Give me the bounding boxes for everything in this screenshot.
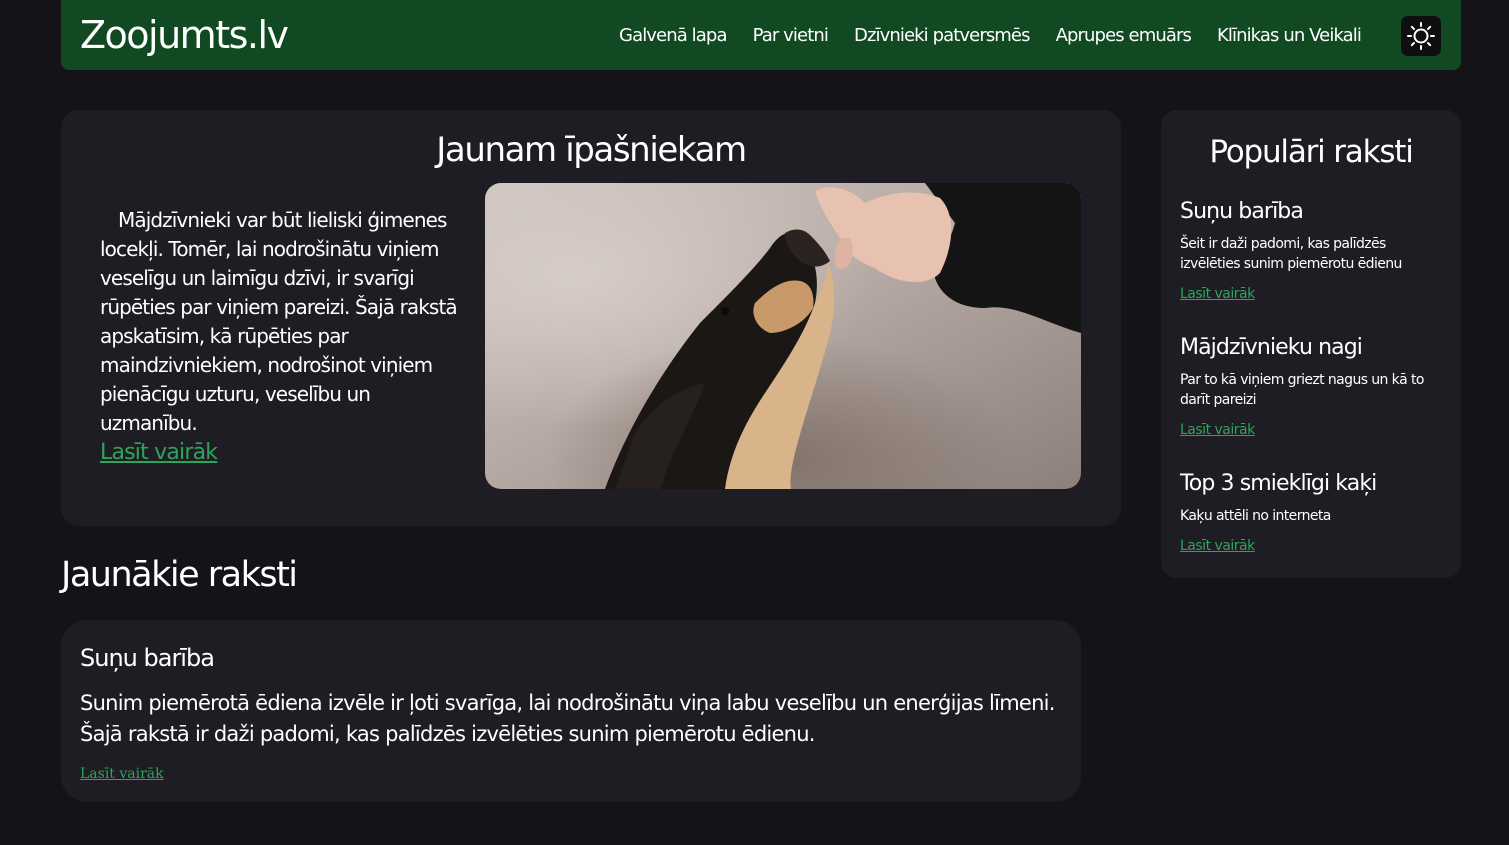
- sun-icon: [1407, 22, 1435, 50]
- nav-item-shelter-animals[interactable]: Dzīvnieki patversmēs: [854, 24, 1031, 48]
- site-header: Zoojumts.lv Galvenā lapa Par vietni Dzīv…: [61, 0, 1461, 70]
- main-nav: Galvenā lapa Par vietni Dzīvnieki patver…: [619, 24, 1362, 48]
- featured-image: [485, 183, 1081, 489]
- popular-article-item: Suņu barība Šeit ir daži padomi, kas pal…: [1180, 198, 1448, 304]
- nav-item-clinics-shops[interactable]: Klīnikas un Veikali: [1217, 24, 1362, 48]
- popular-article-read-more-link[interactable]: Lasīt vairāk: [1180, 536, 1448, 556]
- popular-articles-sidebar: Populāri raksti Suņu barība Šeit ir daži…: [1161, 110, 1461, 578]
- featured-article: Jaunam īpašniekam Mājdzīvnieki var būt l…: [61, 110, 1121, 526]
- nav-item-care-blog[interactable]: Aprupes emuārs: [1056, 24, 1192, 48]
- popular-article-desc: Par to kā viņiem griezt nagus un kā to d…: [1180, 372, 1424, 408]
- latest-article-text: Sunim piemērotā ēdiena izvēle ir ļoti sv…: [80, 691, 1055, 746]
- nav-item-about[interactable]: Par vietni: [753, 24, 829, 48]
- popular-articles-title: Populāri raksti: [1209, 134, 1414, 170]
- featured-read-more-link[interactable]: Lasīt vairāk: [100, 438, 218, 468]
- site-logo[interactable]: Zoojumts.lv: [80, 12, 289, 58]
- latest-article-read-more-link[interactable]: Lasīt vairāk: [80, 765, 164, 783]
- featured-text: Mājdzīvnieki var būt lieliski ģimenes lo…: [100, 208, 458, 435]
- latest-article-card: Suņu barība Sunim piemērotā ēdiena izvēl…: [61, 620, 1081, 802]
- popular-article-title: Mājdzīvnieku nagi: [1180, 335, 1363, 360]
- popular-article-desc: Kaķu attēli no interneta: [1180, 508, 1331, 524]
- featured-title: Jaunam īpašniekam: [436, 130, 747, 170]
- nav-item-home[interactable]: Galvenā lapa: [619, 24, 727, 48]
- popular-article-title: Top 3 smieklīgi kaķi: [1180, 471, 1377, 496]
- popular-article-read-more-link[interactable]: Lasīt vairāk: [1180, 420, 1448, 440]
- theme-toggle-button[interactable]: [1401, 16, 1441, 56]
- popular-article-read-more-link[interactable]: Lasīt vairāk: [1180, 284, 1448, 304]
- latest-articles-heading: Jaunākie raksti: [61, 555, 298, 595]
- latest-article-title: Suņu barība: [80, 644, 215, 672]
- popular-article-desc: Šeit ir daži padomi, kas palīdzēs izvēlē…: [1180, 236, 1402, 272]
- popular-article-title: Suņu barība: [1180, 199, 1304, 224]
- popular-article-item: Mājdzīvnieku nagi Par to kā viņiem griez…: [1180, 334, 1448, 440]
- dog-being-fed-photo: [485, 183, 1081, 489]
- popular-article-item: Top 3 smieklīgi kaķi Kaķu attēli no inte…: [1180, 470, 1448, 556]
